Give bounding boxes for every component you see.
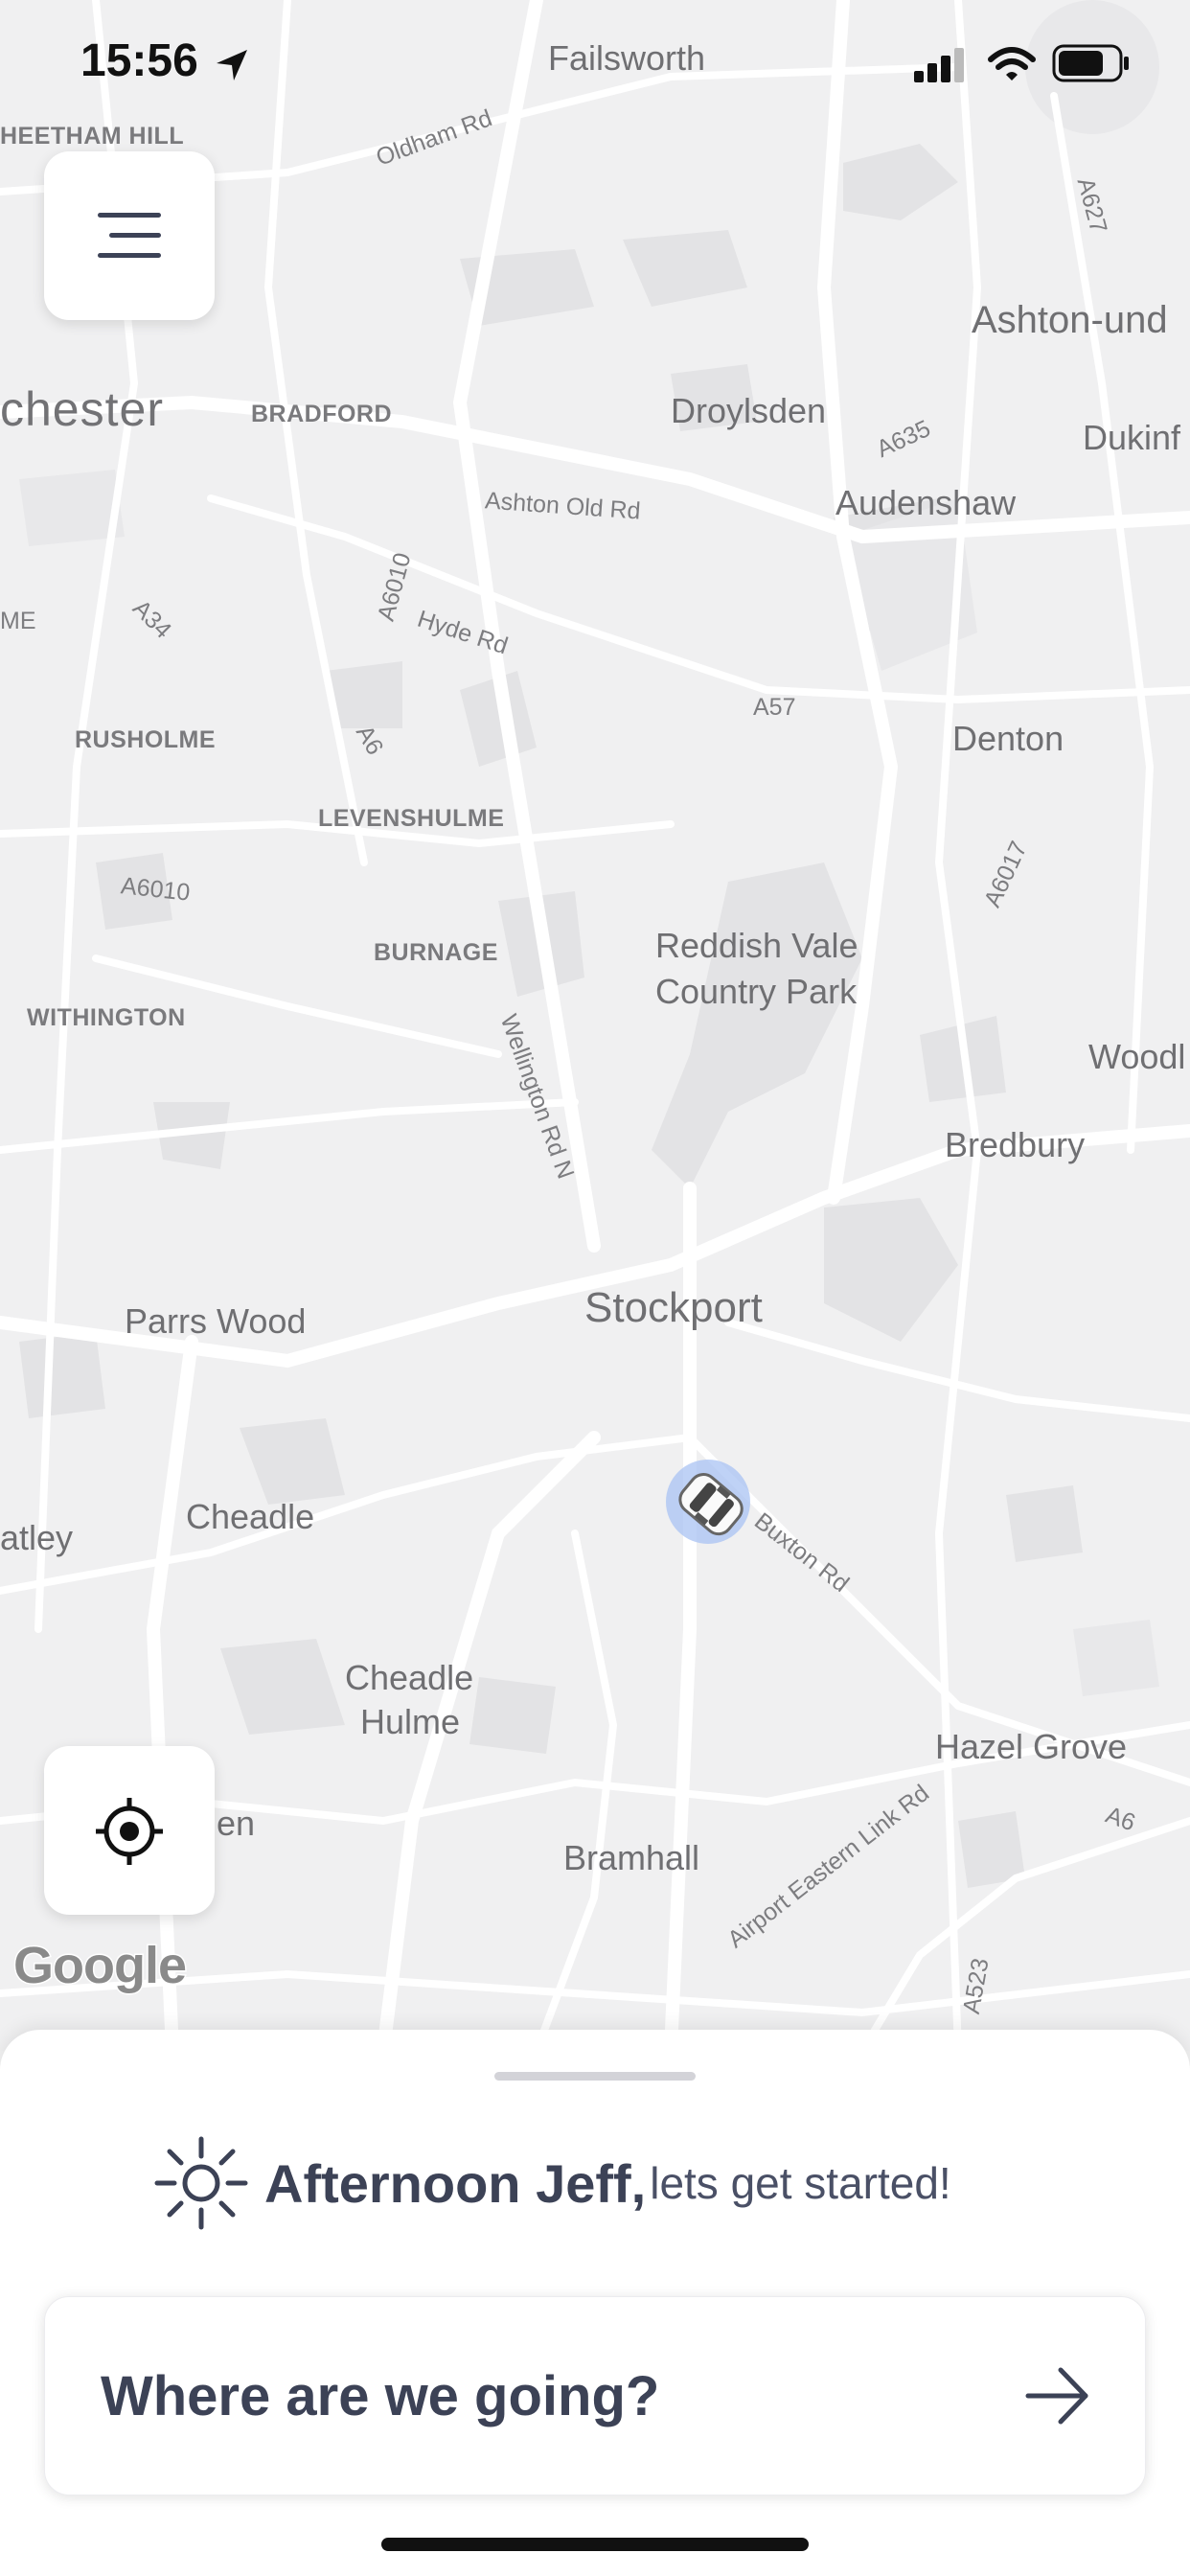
- map-label-manchester: chester: [0, 382, 164, 436]
- map-label-cheadle-hulme-2: Hulme: [360, 1702, 461, 1741]
- map-label-atley: atley: [0, 1518, 74, 1557]
- crosshair-icon: [96, 1798, 163, 1865]
- map-label-cheetham-hill: HEETHAM HILL: [0, 123, 185, 150]
- map-label-bramhall: Bramhall: [563, 1838, 700, 1877]
- map-label-stockport: Stockport: [584, 1284, 763, 1331]
- map-label-droylsden: Droylsden: [671, 391, 827, 430]
- map-label-withington: WITHINGTON: [27, 1004, 186, 1031]
- map-label-bredbury: Bredbury: [945, 1125, 1086, 1164]
- google-attribution: Google: [12, 1936, 189, 1996]
- map-label-rusholme: RUSHOLME: [75, 726, 217, 753]
- map-label-bradford: BRADFORD: [251, 401, 393, 427]
- car-icon: [666, 1460, 750, 1544]
- map-label-ashton: Ashton-und: [972, 299, 1168, 341]
- map-label-reddish-vale-1: Reddish Vale: [655, 926, 858, 965]
- status-time: 15:56: [80, 35, 198, 86]
- map-label-burnage: BURNAGE: [374, 939, 498, 966]
- map-label-denton: Denton: [952, 719, 1064, 758]
- map-label-hazel-grove: Hazel Grove: [935, 1727, 1128, 1766]
- map-label-reddish-vale-2: Country Park: [655, 972, 858, 1011]
- greeting: Afternoon Jeff, lets get started!: [153, 2135, 951, 2231]
- map-label-parrs-wood: Parrs Wood: [125, 1301, 307, 1341]
- destination-search-button[interactable]: Where are we going?: [44, 2296, 1146, 2496]
- battery-icon: [1052, 44, 1129, 82]
- arrow-right-icon: [1025, 2367, 1088, 2425]
- destination-prompt: Where are we going?: [101, 2365, 660, 2427]
- wifi-icon: [988, 47, 1036, 80]
- map-label-cheadle-hulme-1: Cheadle: [345, 1658, 474, 1697]
- map-label-dukinf: Dukinf: [1083, 418, 1181, 457]
- greeting-subtitle: lets get started!: [650, 2158, 951, 2208]
- sheet-drag-handle[interactable]: [494, 2072, 696, 2081]
- sun-icon: [154, 2136, 248, 2230]
- map-label-cheadle: Cheadle: [186, 1497, 315, 1536]
- location-arrow-icon: [217, 50, 247, 80]
- map-label-woodl: Woodl: [1088, 1037, 1186, 1076]
- map-label-me: ME: [0, 608, 36, 634]
- map-label-en: en: [217, 1804, 256, 1843]
- locate-me-button[interactable]: [44, 1746, 215, 1915]
- home-indicator[interactable]: [381, 2538, 809, 2551]
- map-label-levenshulme: LEVENSHULME: [318, 805, 505, 832]
- map-label-a57: A57: [753, 694, 796, 721]
- menu-button[interactable]: [44, 151, 215, 320]
- cellular-signal-icon: [914, 48, 964, 82]
- hamburger-icon: [98, 213, 161, 258]
- bottom-sheet[interactable]: Afternoon Jeff, lets get started! Where …: [0, 2030, 1190, 2576]
- status-bar: 15:56: [0, 0, 1190, 125]
- map-label-audenshaw: Audenshaw: [835, 483, 1017, 522]
- greeting-name: Afternoon Jeff,: [264, 2152, 647, 2214]
